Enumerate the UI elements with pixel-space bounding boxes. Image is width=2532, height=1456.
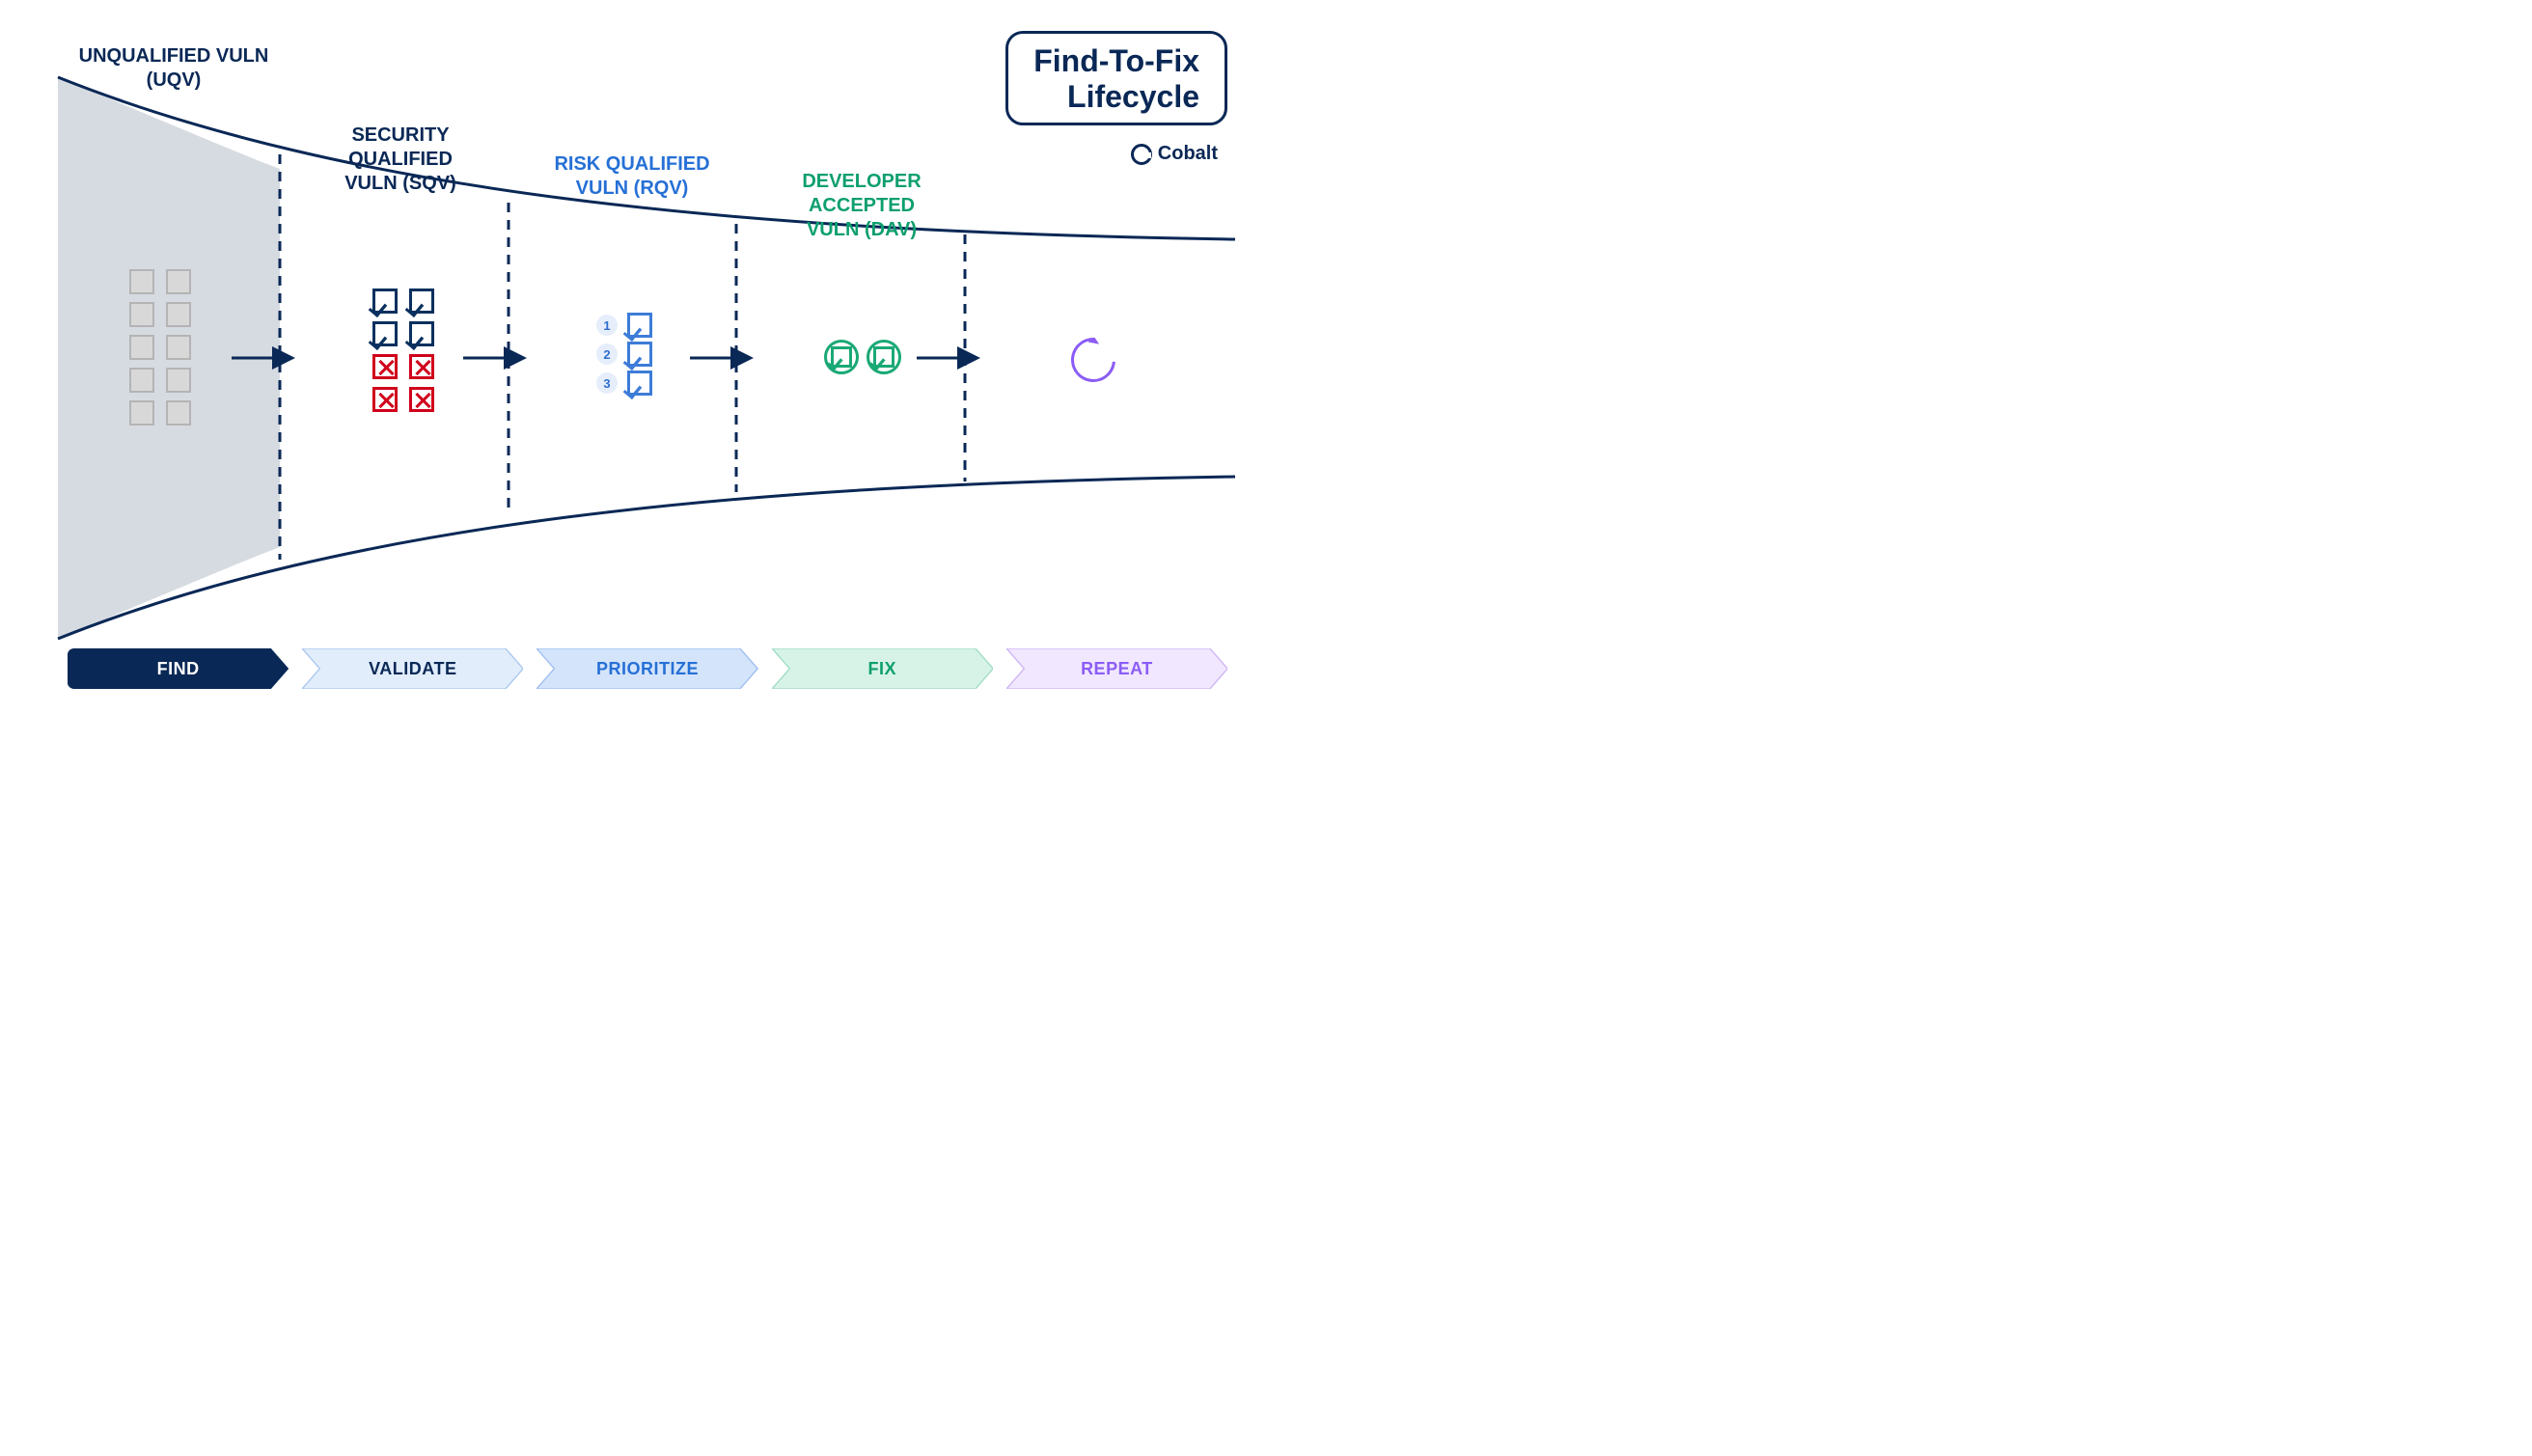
approved-icon — [824, 340, 859, 374]
title-line1: Find-To-Fix — [1033, 43, 1199, 79]
step-fix: FIX — [772, 648, 993, 689]
rqv-icons: 1 2 3 — [596, 309, 652, 399]
title-badge: Find-To-Fix Lifecycle — [1005, 31, 1227, 125]
heading-uqv: UNQUALIFIED VULN (UQV) — [77, 44, 270, 93]
reject-icon — [367, 350, 440, 416]
dav-icons — [824, 340, 901, 374]
uqv-grid-icon — [124, 265, 220, 429]
step-validate: VALIDATE — [302, 648, 523, 689]
check-icon — [627, 342, 652, 367]
diagram-root: Find-To-Fix Lifecycle Cobalt UNQUALIFIED… — [0, 0, 1266, 728]
heading-rqv: RISK QUALIFIED VULN (RQV) — [540, 152, 724, 201]
check-icon — [627, 371, 652, 396]
approved-icon — [867, 340, 901, 374]
brand-name: Cobalt — [1158, 143, 1218, 165]
step-repeat: REPEAT — [1006, 648, 1227, 689]
check-icon — [627, 313, 652, 338]
heading-sqv: SECURITY QUALIFIED VULN (SQV) — [299, 124, 502, 196]
brand: Cobalt — [1131, 143, 1218, 165]
step-find: FIND — [68, 648, 289, 689]
heading-dav: DEVELOPER ACCEPTED VULN (DAV) — [760, 170, 963, 242]
step-ribbons: FIND VALIDATE PRIORITIZE FIX REPEAT — [68, 648, 1227, 689]
rank-badge: 3 — [596, 372, 618, 394]
sqv-icons — [367, 285, 440, 416]
check-icon — [367, 285, 440, 350]
rank-badge: 2 — [596, 343, 618, 365]
title-line2: Lifecycle — [1033, 79, 1199, 115]
step-prioritize: PRIORITIZE — [537, 648, 757, 689]
rank-badge: 1 — [596, 315, 618, 336]
brand-logo-icon — [1131, 144, 1152, 165]
